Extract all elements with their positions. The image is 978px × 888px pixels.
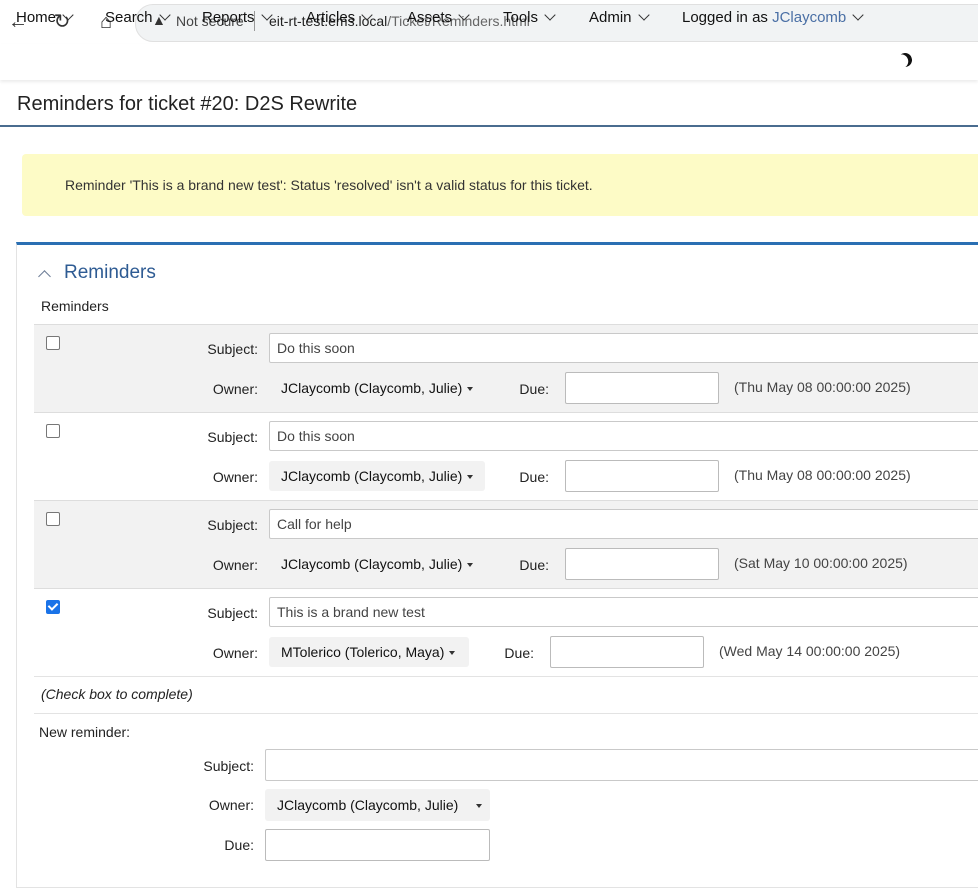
menu-tools-label: Tools [503,9,539,26]
owner-select[interactable]: MTolerico (Tolerico, Maya) [269,637,469,667]
page-title: Reminders for ticket #20: D2S Rewrite [17,93,358,115]
chevron-down-icon [158,9,171,21]
due-label: Due: [519,381,549,397]
due-label: Due: [504,645,534,661]
title-divider [0,125,978,127]
due-date-text: (Thu May 08 00:00:00 2025) [734,467,911,483]
new-owner-select[interactable]: JClaycomb (Claycomb, Julie) [265,789,490,821]
owner-label: Owner: [212,469,258,485]
chevron-down-icon [852,9,864,21]
menu-tools[interactable]: Tools [503,9,556,26]
due-date-text: (Sat May 10 00:00:00 2025) [734,555,908,571]
subject-input[interactable] [269,421,978,451]
due-input[interactable] [550,636,704,668]
owner-select-value: JClaycomb (Claycomb, Julie) [281,556,463,572]
subject-input[interactable] [269,333,978,363]
owner-label: Owner: [212,381,258,397]
caret-down-icon [476,804,483,808]
new-due-label: Due: [224,837,254,853]
chevron-down-icon [458,9,470,21]
menu-home-label: Home [16,9,57,26]
due-date-text: (Wed May 14 00:00:00 2025) [719,643,901,659]
complete-checkbox[interactable] [46,512,60,526]
due-label: Due: [519,469,549,485]
new-subject-label: Subject: [203,758,254,774]
owner-label: Owner: [212,557,258,573]
new-owner-label: Owner: [208,797,254,813]
new-due-input[interactable] [265,829,490,861]
complete-checkbox[interactable] [46,424,60,438]
owner-select-value: JClaycomb (Claycomb, Julie) [281,468,463,484]
subject-label: Subject: [207,517,258,533]
menu-search[interactable]: Search [105,9,171,26]
menu-articles-label: Articles [306,9,356,26]
caret-down-icon [467,387,474,391]
menu-reports-label: Reports [202,9,255,26]
owner-select[interactable]: JClaycomb (Claycomb, Julie) [269,373,485,403]
due-label: Due: [519,557,549,573]
due-input[interactable] [565,372,719,404]
alert-message: Reminder 'This is a brand new test': Sta… [65,177,593,193]
caret-down-icon [467,563,474,567]
menu-search-label: Search [105,9,153,26]
menu-logged-in[interactable]: Logged in as JClaycomb [682,9,864,26]
chevron-down-icon [544,9,556,21]
divider [34,676,978,677]
menu-admin[interactable]: Admin [589,9,650,26]
current-user: JClaycomb [772,9,847,26]
new-reminder-label: New reminder: [39,724,131,740]
divider [34,713,978,714]
owner-select[interactable]: JClaycomb (Claycomb, Julie) [269,549,485,579]
new-subject-input[interactable] [265,749,978,781]
subject-input[interactable] [269,597,978,627]
reminders-subtitle: Reminders [41,298,109,314]
subject-input[interactable] [269,509,978,539]
logged-in-prefix: Logged in as [682,9,768,26]
subject-label: Subject: [207,341,258,357]
alert-box: Reminder 'This is a brand new test': Sta… [22,154,978,216]
complete-checkbox[interactable] [46,600,60,614]
owner-select-value: MTolerico (Tolerico, Maya) [281,644,445,660]
menu-assets-label: Assets [407,9,453,26]
panel-title[interactable]: Reminders [64,262,156,284]
subject-label: Subject: [207,429,258,445]
main-menu [0,44,978,80]
subject-label: Subject: [207,605,258,621]
owner-select[interactable]: JClaycomb (Claycomb, Julie) [269,461,485,491]
menu-articles[interactable]: Articles [306,9,373,26]
caret-down-icon [467,475,474,479]
chevron-down-icon [361,9,373,21]
check-hint: (Check box to complete) [41,686,193,702]
menu-reports[interactable]: Reports [202,9,273,26]
due-date-text: (Thu May 08 00:00:00 2025) [734,379,911,395]
menu-assets[interactable]: Assets [407,9,470,26]
owner-label: Owner: [212,645,258,661]
due-input[interactable] [565,548,719,580]
menu-home[interactable]: Home [16,9,74,26]
menu-admin-label: Admin [589,9,632,26]
due-input[interactable] [565,460,719,492]
chevron-down-icon [62,9,74,21]
chevron-down-icon [260,9,273,21]
caret-down-icon [449,651,456,655]
complete-checkbox[interactable] [46,336,60,350]
chevron-down-icon [637,9,650,21]
new-owner-select-value: JClaycomb (Claycomb, Julie) [277,797,459,813]
owner-select-value: JClaycomb (Claycomb, Julie) [281,380,463,396]
